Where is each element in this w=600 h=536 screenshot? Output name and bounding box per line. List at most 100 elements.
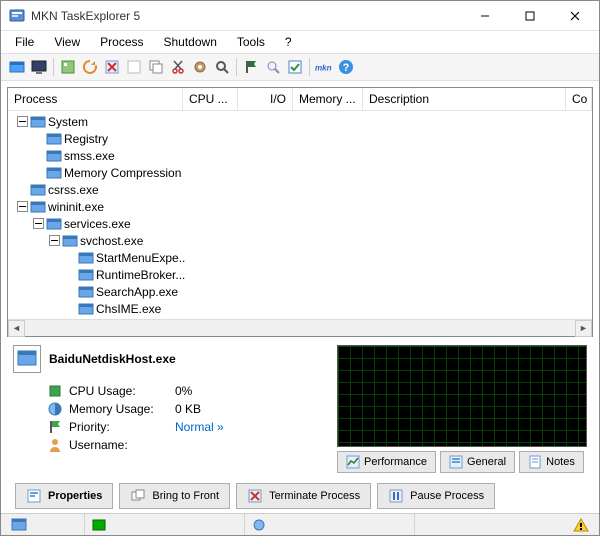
process-name: wininit.exe xyxy=(48,200,104,214)
table-row[interactable]: Memory Compression xyxy=(8,164,592,181)
tb-window-icon[interactable] xyxy=(7,57,27,77)
tab-general[interactable]: General xyxy=(440,451,515,473)
tb-check-icon[interactable] xyxy=(285,57,305,77)
pause-label: Pause Process xyxy=(410,490,484,502)
col-cpu[interactable]: CPU ... xyxy=(183,88,238,110)
menu-help[interactable]: ? xyxy=(277,33,300,51)
tb-process-icon[interactable] xyxy=(58,57,78,77)
menu-view[interactable]: View xyxy=(46,33,88,51)
tree-expander-icon[interactable] xyxy=(46,235,62,247)
table-row[interactable]: Registry xyxy=(8,130,592,147)
tb-copy-icon[interactable] xyxy=(146,57,166,77)
tree-leaf-icon xyxy=(62,252,78,264)
tree-expander-icon[interactable] xyxy=(14,201,30,213)
process-icon xyxy=(78,267,94,283)
bring-to-front-button[interactable]: Bring to Front xyxy=(119,483,230,509)
user-icon xyxy=(47,437,63,453)
tb-blank-icon[interactable] xyxy=(124,57,144,77)
tb-flag-icon[interactable] xyxy=(241,57,261,77)
general-icon xyxy=(449,455,463,469)
table-row[interactable]: StartMenuExpe... xyxy=(8,249,592,266)
cpu-usage-label: CPU Usage: xyxy=(69,384,169,398)
menubar: File View Process Shutdown Tools ? xyxy=(1,31,599,53)
table-row[interactable]: RuntimeBroker.... xyxy=(8,266,592,283)
status-cpu-icon[interactable] xyxy=(85,514,245,535)
priority-icon xyxy=(47,419,63,435)
terminate-label: Terminate Process xyxy=(269,490,360,502)
maximize-button[interactable] xyxy=(507,1,552,30)
process-name: System xyxy=(48,115,88,129)
process-name: Registry xyxy=(64,132,108,146)
tb-monitor-icon[interactable] xyxy=(29,57,49,77)
table-body[interactable]: System Registrysmss.exeMemory Compression… xyxy=(8,111,592,319)
table-row[interactable]: csrss.exe xyxy=(8,181,592,198)
tb-zoom-icon[interactable] xyxy=(263,57,283,77)
close-button[interactable] xyxy=(552,1,597,30)
table-row[interactable]: System xyxy=(8,113,592,130)
tb-settings-icon[interactable] xyxy=(190,57,210,77)
horizontal-scrollbar[interactable]: ◄ ► xyxy=(8,319,592,336)
tab-performance[interactable]: Performance xyxy=(337,451,436,473)
col-collapsed[interactable]: Co xyxy=(566,88,592,110)
process-table: Process CPU ... I/O Memory ... Descripti… xyxy=(7,87,593,337)
status-window-icon[interactable] xyxy=(5,514,85,535)
col-memory[interactable]: Memory ... xyxy=(293,88,363,110)
process-icon xyxy=(46,216,62,232)
scroll-right-icon[interactable]: ► xyxy=(575,320,592,337)
tree-leaf-icon xyxy=(62,286,78,298)
toolbar-separator xyxy=(309,58,310,76)
table-row[interactable]: services.exe xyxy=(8,215,592,232)
table-row[interactable]: smss.exe xyxy=(8,147,592,164)
col-description[interactable]: Description xyxy=(363,88,566,110)
menu-shutdown[interactable]: Shutdown xyxy=(156,33,225,51)
tb-search-icon[interactable] xyxy=(212,57,232,77)
minimize-button[interactable] xyxy=(462,1,507,30)
svg-text:mkn: mkn xyxy=(315,64,332,73)
terminate-button[interactable]: Terminate Process xyxy=(236,483,371,509)
toolbar: mkn ? xyxy=(1,53,599,81)
tb-help-icon[interactable]: ? xyxy=(336,57,356,77)
tree-leaf-icon xyxy=(30,167,46,179)
priority-label: Priority: xyxy=(69,420,169,434)
menu-tools[interactable]: Tools xyxy=(229,33,273,51)
col-io[interactable]: I/O xyxy=(238,88,293,110)
process-icon xyxy=(46,131,62,147)
tb-brand-icon[interactable]: mkn xyxy=(314,57,334,77)
window-title: MKN TaskExplorer 5 xyxy=(31,9,462,23)
menu-file[interactable]: File xyxy=(7,33,42,51)
memory-icon xyxy=(47,401,63,417)
tree-leaf-icon xyxy=(62,303,78,315)
titlebar: MKN TaskExplorer 5 xyxy=(1,1,599,31)
tree-expander-icon[interactable] xyxy=(30,218,46,230)
bring-to-front-label: Bring to Front xyxy=(152,490,219,502)
table-row[interactable]: wininit.exe xyxy=(8,198,592,215)
process-icon xyxy=(78,301,94,317)
properties-button[interactable]: Properties xyxy=(15,483,113,509)
menu-process[interactable]: Process xyxy=(92,33,151,51)
tb-cut-icon[interactable] xyxy=(168,57,188,77)
table-row[interactable]: ChsIME.exe xyxy=(8,300,592,317)
tb-refresh-icon[interactable] xyxy=(80,57,100,77)
toolbar-separator xyxy=(236,58,237,76)
pause-button[interactable]: Pause Process xyxy=(377,483,495,509)
action-buttons: Properties Bring to Front Terminate Proc… xyxy=(13,483,587,509)
tb-delete-icon[interactable] xyxy=(102,57,122,77)
table-row[interactable]: svchost.exe xyxy=(8,232,592,249)
notes-icon xyxy=(528,455,542,469)
tree-expander-icon[interactable] xyxy=(14,116,30,128)
status-memory-icon[interactable] xyxy=(245,514,415,535)
process-name: RuntimeBroker.... xyxy=(96,268,185,282)
tab-notes[interactable]: Notes xyxy=(519,451,584,473)
detail-tabs: Performance General Notes xyxy=(337,451,587,473)
process-icon xyxy=(46,165,62,181)
col-process[interactable]: Process xyxy=(8,88,183,110)
svg-text:?: ? xyxy=(343,62,350,74)
scroll-left-icon[interactable]: ◄ xyxy=(8,320,25,337)
main-content: Process CPU ... I/O Memory ... Descripti… xyxy=(1,81,599,513)
priority-value[interactable]: Normal » xyxy=(175,420,224,434)
process-icon xyxy=(78,250,94,266)
status-warning-icon[interactable] xyxy=(567,514,595,535)
properties-icon xyxy=(26,488,42,504)
table-row[interactable]: SearchApp.exe xyxy=(8,283,592,300)
scroll-track[interactable] xyxy=(25,320,575,337)
